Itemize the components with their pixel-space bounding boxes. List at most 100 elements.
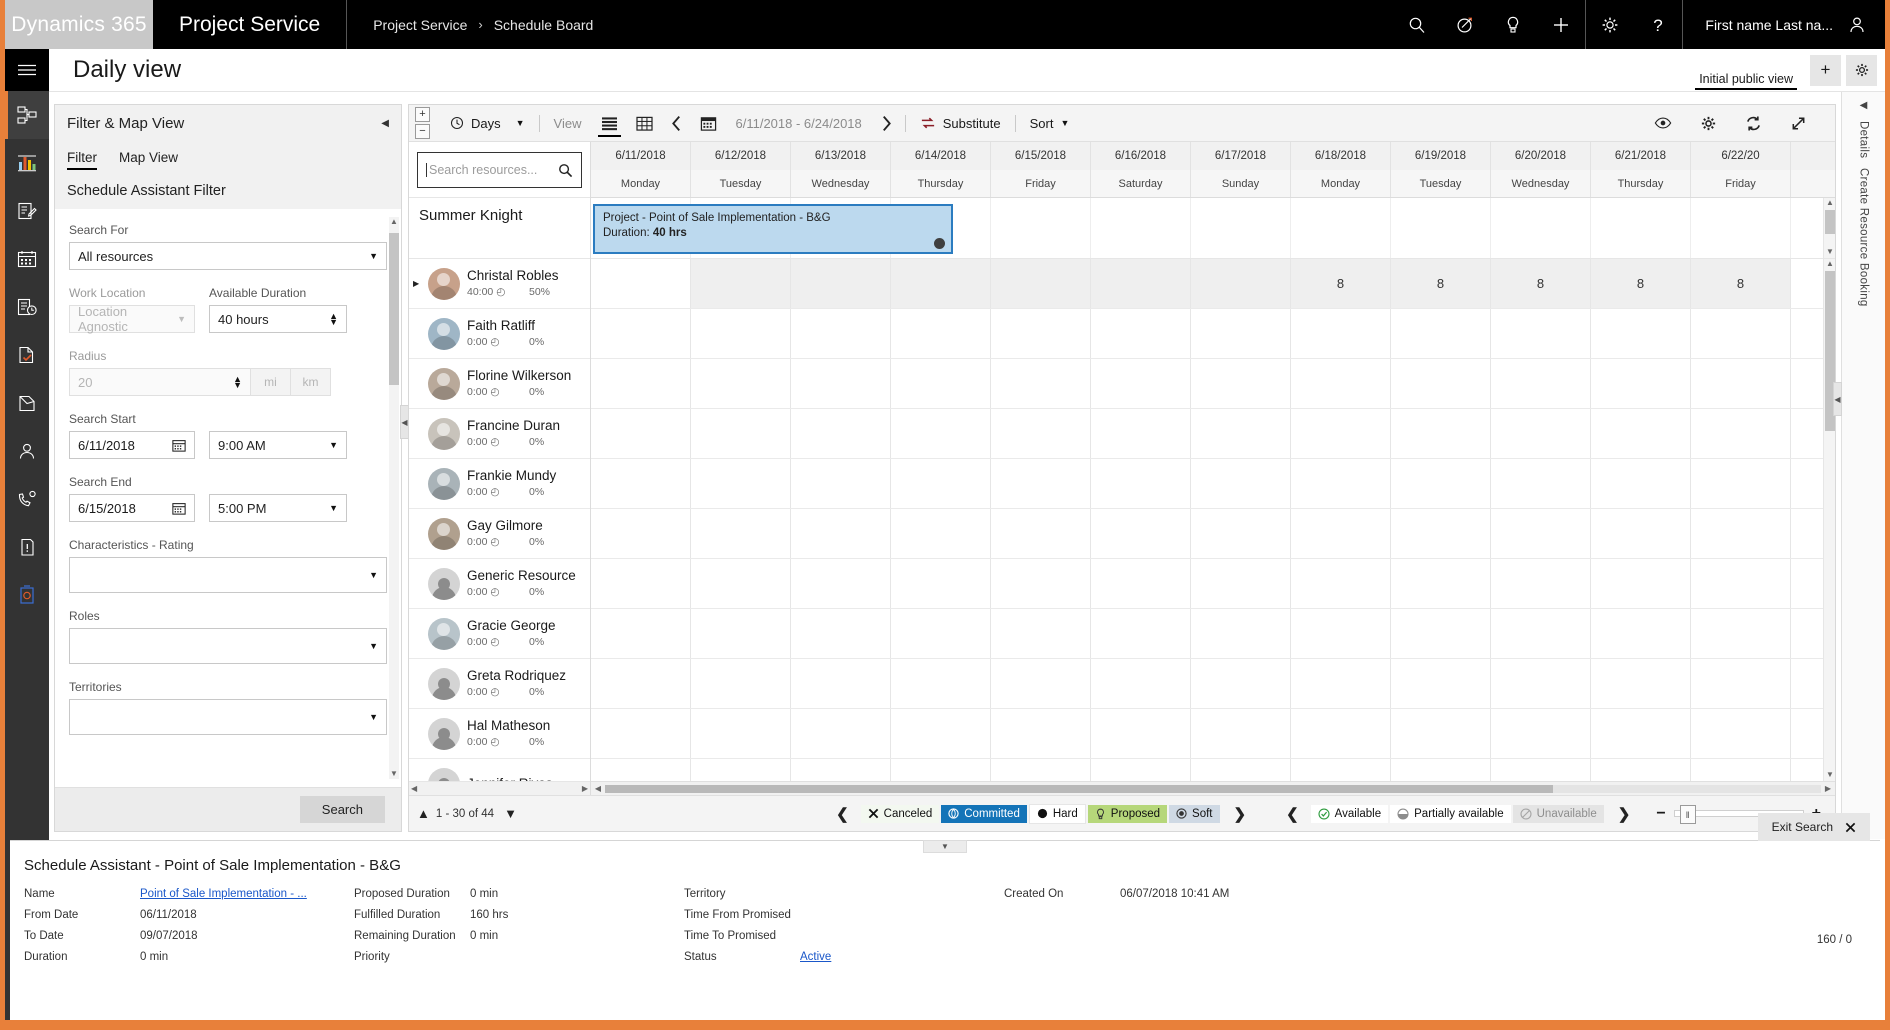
territories-select[interactable]: ▼ [69,699,387,735]
chevron-left-icon[interactable]: ◀ [381,118,389,129]
resource-row[interactable]: Frankie Mundy 0:00 ◴ 0% [409,459,590,509]
create-resource-booking-label[interactable]: Create Resource Booking [1858,168,1870,307]
summary-vertical-scrollbar[interactable]: ▲ ▼ [1823,198,1835,258]
timeline-capacity-cell[interactable] [1191,409,1291,458]
timeline-capacity-cell[interactable] [1191,559,1291,608]
timeline-capacity-cell[interactable] [1591,759,1691,781]
scroll-up-arrow-icon[interactable]: ▲ [1824,259,1835,270]
timeline-capacity-cell[interactable] [1491,759,1591,781]
timeline-capacity-cell[interactable] [1391,459,1491,508]
stepper-arrows-icon[interactable]: ▲ ▼ [329,312,338,327]
timeline-capacity-cell[interactable] [691,309,791,358]
scroll-track[interactable] [605,784,1821,793]
scroll-thumb[interactable] [389,233,399,385]
timeline-capacity-cell[interactable] [1191,759,1291,781]
timeline-horizontal-scrollbar[interactable]: ◀ ▶ [591,781,1835,795]
timeline-capacity-cell[interactable] [691,609,791,658]
resource-row[interactable]: Greta Rodriquez 0:00 ◴ 0% [409,659,590,709]
timeline-capacity-cell[interactable] [1091,759,1191,781]
timeline-capacity-cell[interactable] [1691,709,1791,758]
timeline-capacity-cell[interactable] [591,259,691,308]
tab-map-view[interactable]: Map View [119,141,178,173]
timeline-capacity-cell[interactable] [1091,459,1191,508]
sidebar-item-time-entries[interactable] [5,283,49,331]
timeline-capacity-cell[interactable] [791,559,891,608]
timeline-capacity-cell[interactable] [591,359,691,408]
sidebar-item-activities[interactable] [5,187,49,235]
timeline-capacity-cell[interactable] [1591,559,1691,608]
sidebar-item-approvals[interactable] [5,331,49,379]
timeline-capacity-cell[interactable] [591,659,691,708]
scroll-down-arrow-icon[interactable]: ▼ [1824,770,1835,781]
resource-row[interactable]: Francine Duran 0:00 ◴ 0% [409,409,590,459]
characteristics-rating-select[interactable]: ▼ [69,557,387,593]
timeline-capacity-cell[interactable] [1691,409,1791,458]
timeline-grid-cell[interactable] [1591,198,1691,258]
timeline-capacity-cell[interactable] [691,659,791,708]
search-icon[interactable] [1393,0,1441,49]
timeline-capacity-cell[interactable] [1691,509,1791,558]
timeline-capacity-cell[interactable] [691,359,791,408]
timeline-capacity-cell[interactable] [1291,359,1391,408]
search-for-select[interactable]: All resources ▼ [69,242,387,270]
timeline-capacity-cell[interactable] [991,609,1091,658]
timeline-capacity-cell[interactable] [691,459,791,508]
breadcrumb-item-0[interactable]: Project Service [373,17,467,33]
timeline-capacity-cell[interactable] [1691,309,1791,358]
timeline-capacity-cell[interactable] [1091,509,1191,558]
page-down-button[interactable]: ▼ [494,806,517,821]
timeline-capacity-cell[interactable] [1591,459,1691,508]
timeline-capacity-cell[interactable] [1591,709,1691,758]
timeline-capacity-cell[interactable] [891,609,991,658]
timeline-capacity-cell[interactable] [591,609,691,658]
timeline-grid-cell[interactable] [1491,198,1591,258]
search-start-date-input[interactable]: 6/11/2018 [69,431,195,459]
available-duration-stepper[interactable]: 40 hours ▲ ▼ [209,305,347,333]
timeline-capacity-cell[interactable] [891,509,991,558]
search-end-time-select[interactable]: 5:00 PM ▼ [209,494,347,522]
timeline-capacity-cell[interactable] [1091,709,1191,758]
sidebar-item-cases[interactable] [5,523,49,571]
stepper-arrows-icon[interactable]: ▲ ▼ [233,375,242,390]
timeline-capacity-cell[interactable]: 8 [1591,259,1691,308]
timeline-capacity-cell[interactable] [1091,359,1191,408]
resource-row[interactable]: Gracie George 0:00 ◴ 0% [409,609,590,659]
timeline-capacity-cell[interactable] [1691,659,1791,708]
sidebar-item-projects[interactable] [5,379,49,427]
legend-chip-cancelled[interactable]: Canceled [860,804,940,823]
detail-field-value[interactable]: Point of Sale Implementation - ... [140,888,307,900]
timeline-capacity-cell[interactable] [991,559,1091,608]
timeline-capacity-cell[interactable] [1491,359,1591,408]
timeline-capacity-cell[interactable] [1691,359,1791,408]
help-icon[interactable]: ? [1634,0,1682,49]
legend-next-button[interactable]: ❯ [1222,805,1259,823]
detail-field-value[interactable]: Active [800,951,831,963]
timeline-capacity-cell[interactable] [1191,609,1291,658]
scroll-right-arrow-icon[interactable]: ▶ [582,784,588,793]
timeline-grid-cell[interactable] [991,198,1091,258]
timeline-capacity-cell[interactable] [1291,309,1391,358]
timeline-capacity-cell[interactable] [1191,459,1291,508]
scroll-down-arrow-icon[interactable]: ▼ [389,769,399,779]
timeline-capacity-cell[interactable] [791,509,891,558]
app-name[interactable]: Project Service [153,0,348,49]
roles-select[interactable]: ▼ [69,628,387,664]
timeline-capacity-cell[interactable] [791,409,891,458]
timeline-capacity-cell[interactable] [1591,509,1691,558]
sidebar-item-settings[interactable] [5,571,49,619]
list-view-icon[interactable] [592,105,627,142]
dynamics-brand-logo[interactable]: Dynamics 365 [5,0,153,49]
scroll-right-arrow-icon[interactable]: ▶ [1821,784,1835,793]
timeline-capacity-cell[interactable] [1091,409,1191,458]
sidebar-item-service[interactable] [5,475,49,523]
timeline-capacity-cell[interactable] [1491,609,1591,658]
timeline-capacity-cell[interactable] [1091,609,1191,658]
legend-chip-committed[interactable]: Committed [941,804,1027,823]
timeline-capacity-cell[interactable] [1391,509,1491,558]
tab-initial-public-view[interactable]: Initial public view [1687,49,1805,92]
breadcrumb-item-1[interactable]: Schedule Board [494,17,594,33]
timeline-capacity-cell[interactable] [791,759,891,781]
resource-row[interactable]: Jennifer Rivas [409,759,590,781]
timeline-capacity-cell[interactable] [1191,709,1291,758]
timeline-capacity-cell[interactable] [1691,759,1791,781]
